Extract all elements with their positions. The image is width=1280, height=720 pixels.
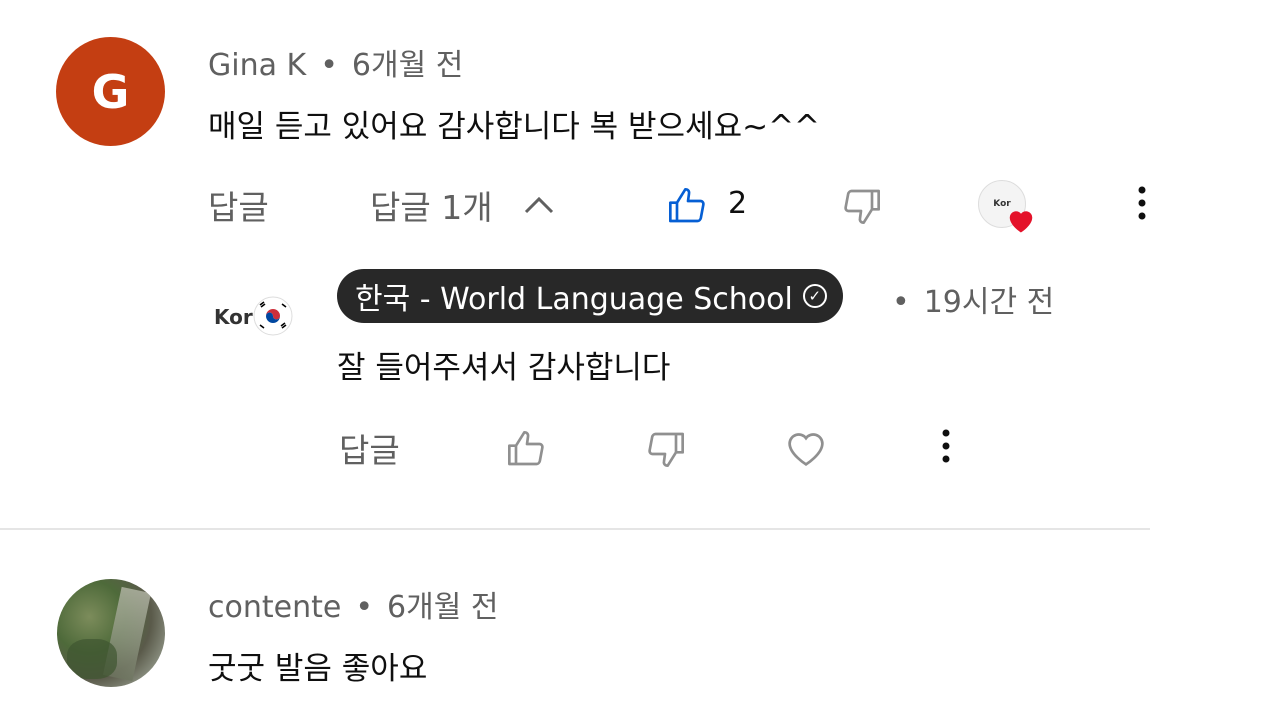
replies-toggle-label: 답글 1개 xyxy=(370,188,493,227)
thumbs-down-icon xyxy=(645,429,687,469)
replies-toggle-button[interactable]: 답글 1개 xyxy=(370,181,555,229)
comment-time[interactable]: 6개월 전 xyxy=(352,48,463,83)
dislike-button[interactable] xyxy=(838,184,886,228)
more-options-button[interactable] xyxy=(928,427,964,471)
heart-button[interactable] xyxy=(782,425,830,471)
comment-text: 매일 듣고 있어요 감사합니다 복 받으세요~^^ xyxy=(208,109,821,145)
reply-header: • 19시간 전 xyxy=(892,277,1054,321)
separator-dot: • xyxy=(892,285,910,320)
separator-dot: • xyxy=(320,48,338,83)
heart-icon xyxy=(1006,206,1036,234)
separator-dot: • xyxy=(355,590,374,625)
divider xyxy=(0,528,1150,530)
channel-avatar-text: Kor xyxy=(214,305,253,329)
avatar[interactable] xyxy=(57,579,165,687)
comment-header: Gina K • 6개월 전 xyxy=(208,40,463,84)
heart-outline-icon xyxy=(784,428,828,468)
comment-author[interactable]: contente xyxy=(208,590,341,625)
channel-avatar[interactable]: Kor xyxy=(206,293,296,343)
thumbs-up-icon xyxy=(505,429,547,469)
reply-author: 한국 - World Language School xyxy=(355,282,793,317)
channel-owner-badge[interactable]: 한국 - World Language School ✓ xyxy=(337,269,843,323)
verified-check-icon: ✓ xyxy=(802,284,827,308)
more-vert-icon xyxy=(941,428,951,471)
thumbs-up-icon xyxy=(666,186,708,226)
reply-button[interactable]: 답글 xyxy=(208,181,269,229)
reply-text: 잘 들어주셔서 감사합니다 xyxy=(337,350,671,386)
reply-time[interactable]: 19시간 전 xyxy=(924,285,1055,320)
more-vert-icon xyxy=(1137,185,1147,228)
chevron-up-icon xyxy=(523,195,555,215)
comment-header: contente • 6개월 전 xyxy=(208,582,498,626)
more-options-button[interactable] xyxy=(1124,184,1160,228)
avatar[interactable]: G xyxy=(56,37,165,146)
thumbs-down-icon xyxy=(841,186,883,226)
korea-flag-icon xyxy=(252,295,294,337)
like-button[interactable] xyxy=(503,427,549,471)
like-count: 2 xyxy=(728,186,748,221)
creator-heart-badge: Kor xyxy=(976,180,1036,236)
comment-time[interactable]: 6개월 전 xyxy=(387,590,498,625)
like-button[interactable] xyxy=(664,184,710,228)
reply-button[interactable]: 답글 xyxy=(339,424,400,472)
dislike-button[interactable] xyxy=(643,427,689,471)
comment-author[interactable]: Gina K xyxy=(208,48,306,83)
avatar-letter: G xyxy=(91,64,130,119)
comment-text: 굿굿 발음 좋아요 xyxy=(208,651,428,687)
